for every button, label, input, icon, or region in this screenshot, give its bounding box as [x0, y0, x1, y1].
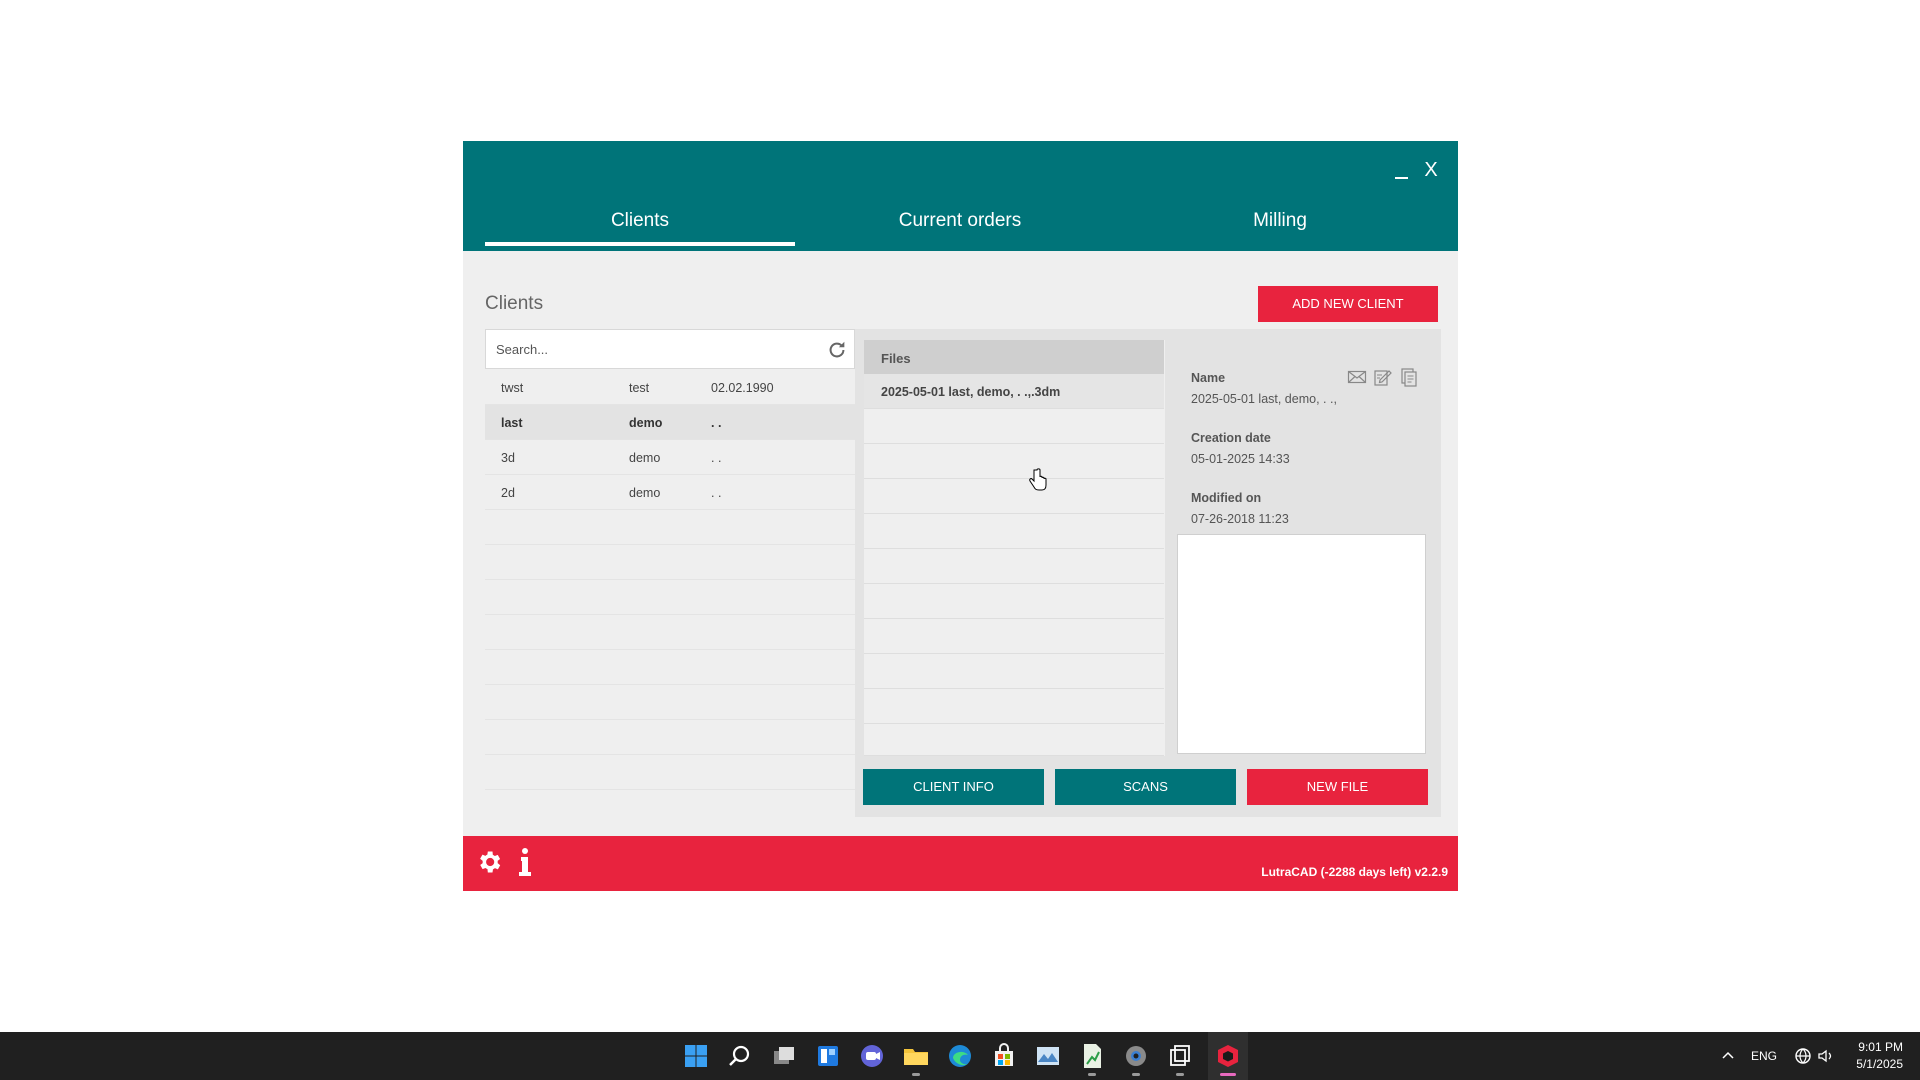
client-birth-date: . .: [711, 451, 722, 465]
language-indicator[interactable]: ENG: [1751, 1049, 1777, 1063]
client-first-name: demo: [629, 451, 661, 465]
client-row[interactable]: 2d demo . .: [485, 475, 855, 510]
empty-file-row: [864, 724, 1164, 756]
version-text: LutraCAD (-2288 days left) v2.2.9: [1261, 865, 1448, 879]
client-birth-date: . .: [711, 486, 722, 500]
network-icon[interactable]: [1794, 1047, 1812, 1065]
page-title: Clients: [485, 293, 544, 314]
empty-row: [485, 545, 855, 580]
empty-file-row: [864, 479, 1164, 514]
client-list: twst test 02.02.1990 last demo . . 3d de…: [485, 370, 855, 790]
window-manager-icon: [1170, 1045, 1190, 1066]
minimize-button[interactable]: [1388, 155, 1414, 185]
file-item[interactable]: 2025-05-01 last, demo, . .,.3dm: [864, 374, 1164, 409]
client-first-name: demo: [629, 486, 661, 500]
running-indicator: [1132, 1073, 1140, 1076]
active-indicator: [1220, 1073, 1236, 1076]
file-explorer-icon: [904, 1049, 928, 1065]
empty-row: [485, 650, 855, 685]
empty-file-row: [864, 619, 1164, 654]
app-footer: LutraCAD (-2288 days left) v2.2.9: [463, 836, 1458, 891]
windows-start-icon[interactable]: [680, 1040, 712, 1072]
empty-file-row: [864, 549, 1164, 584]
window-manager-button[interactable]: [1164, 1040, 1196, 1080]
client-birth-date: 02.02.1990: [711, 381, 774, 395]
chevron-up-icon[interactable]: [1720, 1048, 1736, 1064]
copy-icon[interactable]: [1399, 367, 1419, 387]
edit-icon[interactable]: [1373, 367, 1393, 387]
scans-button[interactable]: SCANS: [1055, 769, 1236, 805]
empty-file-row: [864, 689, 1164, 724]
teams-chat-icon[interactable]: [856, 1040, 888, 1072]
hand-cursor-icon: [1029, 468, 1047, 491]
empty-file-row: [864, 514, 1164, 549]
creation-date-label: Creation date: [1191, 431, 1271, 445]
client-last-name: last: [501, 416, 523, 430]
client-last-name: 3d: [501, 451, 515, 465]
info-icon[interactable]: [518, 846, 532, 878]
email-icon[interactable]: [1347, 367, 1367, 387]
app-header: X Clients Current orders Milling: [463, 141, 1458, 251]
tab-current-orders[interactable]: Current orders: [805, 201, 1115, 246]
empty-file-row: [864, 654, 1164, 689]
empty-file-row: [864, 584, 1164, 619]
search-input[interactable]: [496, 338, 816, 360]
empty-row: [485, 755, 855, 790]
widgets-icon[interactable]: [812, 1040, 844, 1072]
running-indicator: [1176, 1073, 1184, 1076]
spreadsheet-icon: [1084, 1044, 1101, 1068]
spreadsheet-button[interactable]: [1076, 1040, 1108, 1080]
client-row[interactable]: twst test 02.02.1990: [485, 370, 855, 405]
clock-time[interactable]: 9:01 PM: [1858, 1040, 1903, 1054]
name-value: 2025-05-01 last, demo, . .,: [1191, 392, 1337, 406]
add-new-client-button[interactable]: ADD NEW CLIENT: [1258, 286, 1438, 322]
refresh-icon[interactable]: [826, 339, 848, 361]
store-icon[interactable]: [988, 1040, 1020, 1072]
name-label: Name: [1191, 371, 1226, 385]
empty-row: [485, 580, 855, 615]
close-button[interactable]: X: [1418, 155, 1444, 185]
running-indicator: [1088, 1073, 1096, 1076]
client-info-button[interactable]: CLIENT INFO: [863, 769, 1044, 805]
volume-icon[interactable]: [1817, 1047, 1835, 1065]
creation-date-value: 05-01-2025 14:33: [1191, 452, 1290, 466]
empty-row: [485, 720, 855, 755]
lutracad-icon: [1218, 1045, 1238, 1067]
settings-icon: [1126, 1046, 1146, 1066]
tab-milling[interactable]: Milling: [1125, 201, 1435, 246]
client-row-selected[interactable]: last demo . .: [485, 405, 855, 440]
gear-icon[interactable]: [475, 848, 503, 876]
client-row[interactable]: 3d demo . .: [485, 440, 855, 475]
modified-on-label: Modified on: [1191, 491, 1262, 505]
file-explorer-button[interactable]: [900, 1040, 932, 1080]
empty-row: [485, 685, 855, 720]
tab-bar: Clients Current orders Milling: [485, 201, 1445, 246]
modified-on-value: 07-26-2018 11:23: [1191, 512, 1289, 526]
edge-icon[interactable]: [944, 1040, 976, 1072]
clock-date[interactable]: 5/1/2025: [1850, 1057, 1903, 1071]
notes-textarea[interactable]: [1177, 534, 1426, 754]
settings-button[interactable]: [1120, 1040, 1152, 1080]
client-first-name: demo: [629, 416, 663, 430]
empty-row: [485, 510, 855, 545]
client-last-name: twst: [501, 381, 524, 395]
empty-file-row: [864, 444, 1164, 479]
taskbar: ENG 9:01 PM 5/1/2025: [0, 1032, 1920, 1080]
task-view-icon[interactable]: [768, 1040, 800, 1072]
client-birth-date: . .: [711, 416, 722, 430]
photo-viewer-icon[interactable]: [1032, 1040, 1064, 1072]
search-box: [485, 329, 855, 369]
search-icon[interactable]: [724, 1040, 756, 1072]
running-indicator: [912, 1073, 920, 1076]
tab-clients[interactable]: Clients: [485, 201, 795, 246]
client-first-name: test: [629, 381, 650, 395]
files-header: Files: [864, 340, 1164, 374]
new-file-button[interactable]: NEW FILE: [1247, 769, 1428, 805]
lutracad-taskbar-button[interactable]: [1208, 1032, 1248, 1080]
client-last-name: 2d: [501, 486, 515, 500]
empty-file-row: [864, 409, 1164, 444]
files-panel: Files 2025-05-01 last, demo, . .,.3dm: [864, 340, 1165, 756]
empty-row: [485, 615, 855, 650]
